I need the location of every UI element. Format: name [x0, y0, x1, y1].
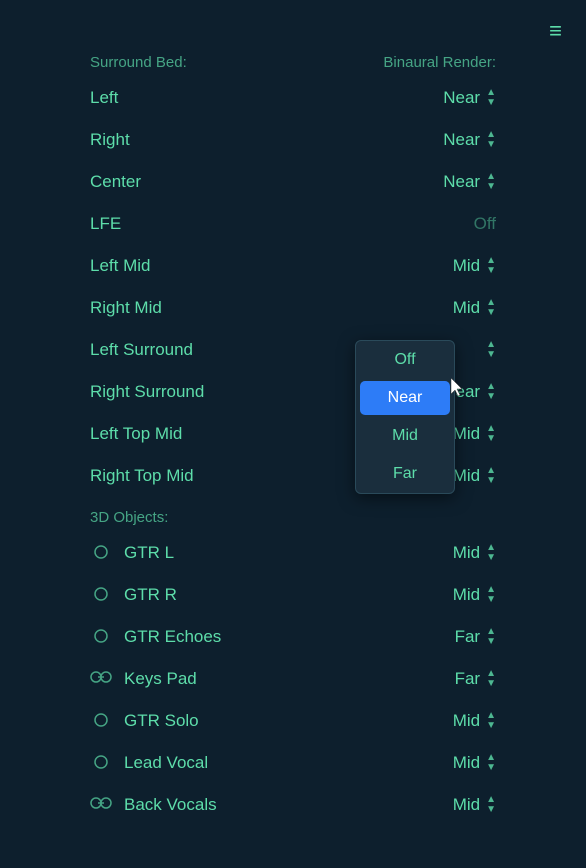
surround-row-left-top-mid: Left Top Mid Mid▲▼	[0, 413, 586, 455]
object-value-gtr-r[interactable]: Mid▲▼	[453, 585, 496, 605]
surround-bed-label: Surround Bed:	[90, 54, 187, 71]
surround-label-right-mid: Right Mid	[90, 298, 162, 318]
object-row-gtr-l: GTR L Mid▲▼	[0, 532, 586, 574]
object-label-gtr-r: GTR R	[124, 585, 177, 605]
surround-value-right-top-mid[interactable]: Mid▲▼	[453, 466, 496, 486]
binaural-render-label: Binaural Render:	[383, 54, 496, 71]
surround-label-right-top-mid: Right Top Mid	[90, 466, 194, 486]
surround-label-right-surround: Right Surround	[90, 382, 204, 402]
object-row-keys-pad: Keys Pad Far▲▼	[0, 658, 586, 700]
object-row-gtr-echoes: GTR Echoes Far▲▼	[0, 616, 586, 658]
link-icon	[90, 795, 112, 816]
surround-row-left: Left Near▲▼	[0, 77, 586, 119]
surround-row-left-surround: Left Surround ▲▼	[0, 329, 586, 371]
surround-label-left: Left	[90, 88, 118, 108]
surround-rows: LeftNear▲▼RightNear▲▼CenterNear▲▼LFEOffL…	[0, 77, 586, 497]
surround-row-right-mid: Right Mid Mid▲▼	[0, 287, 586, 329]
menu-icon[interactable]: ≡	[549, 18, 562, 44]
object-value-gtr-l[interactable]: Mid▲▼	[453, 543, 496, 563]
surround-label-left-mid: Left Mid	[90, 256, 150, 276]
surround-value-left-top-mid[interactable]: Mid▲▼	[453, 424, 496, 444]
object-row-gtr-solo: GTR Solo Mid▲▼	[0, 700, 586, 742]
surround-value-lfe[interactable]: Off	[474, 214, 496, 234]
dropdown-item-near[interactable]: Near	[360, 381, 450, 415]
surround-label-right: Right	[90, 130, 130, 150]
surround-row-center: Center Near▲▼	[0, 161, 586, 203]
surround-row-right-top-mid: Right Top Mid Mid▲▼	[0, 455, 586, 497]
circle-icon	[90, 544, 112, 563]
dropdown-item-far[interactable]: Far	[356, 455, 454, 493]
circle-icon	[90, 754, 112, 773]
link-icon	[90, 669, 112, 690]
object-label-gtr-solo: GTR Solo	[124, 711, 199, 731]
surround-row-right-surround: Right SurroundNear▲▼	[0, 371, 586, 413]
surround-value-left-mid[interactable]: Mid▲▼	[453, 256, 496, 276]
surround-value-right-mid[interactable]: Mid▲▼	[453, 298, 496, 318]
surround-label-left-surround: Left Surround	[90, 340, 193, 360]
object-value-back-vocals[interactable]: Mid▲▼	[453, 795, 496, 815]
surround-value-center[interactable]: Near▲▼	[443, 172, 496, 192]
object-row-gtr-r: GTR R Mid▲▼	[0, 574, 586, 616]
object-value-keys-pad[interactable]: Far▲▼	[455, 669, 496, 689]
dropdown-item-off[interactable]: Off	[356, 341, 454, 379]
objects-rows: GTR LMid▲▼GTR RMid▲▼GTR EchoesFar▲▼Keys …	[0, 532, 586, 826]
surround-value-left[interactable]: Near▲▼	[443, 88, 496, 108]
surround-value-right[interactable]: Near▲▼	[443, 130, 496, 150]
dropdown-item-mid[interactable]: Mid	[356, 417, 454, 455]
circle-icon	[90, 628, 112, 647]
object-label-gtr-echoes: GTR Echoes	[124, 627, 221, 647]
object-value-gtr-solo[interactable]: Mid▲▼	[453, 711, 496, 731]
surround-row-left-mid: Left Mid Mid▲▼	[0, 245, 586, 287]
dropdown-menu[interactable]: OffNearMidFar	[355, 340, 455, 494]
object-label-back-vocals: Back Vocals	[124, 795, 217, 815]
surround-row-right: Right Near▲▼	[0, 119, 586, 161]
object-label-keys-pad: Keys Pad	[124, 669, 197, 689]
header: ≡	[0, 0, 586, 54]
surround-label-left-top-mid: Left Top Mid	[90, 424, 182, 444]
objects-section-label: 3D Objects:	[0, 505, 586, 530]
surround-row-lfe: LFE Off	[0, 203, 586, 245]
object-label-lead-vocal: Lead Vocal	[124, 753, 208, 773]
object-row-lead-vocal: Lead Vocal Mid▲▼	[0, 742, 586, 784]
object-value-lead-vocal[interactable]: Mid▲▼	[453, 753, 496, 773]
surround-label-lfe: LFE	[90, 214, 121, 234]
object-row-back-vocals: Back Vocals Mid▲▼	[0, 784, 586, 826]
object-label-gtr-l: GTR L	[124, 543, 174, 563]
surround-value-left-surround[interactable]: ▲▼	[480, 340, 496, 360]
object-value-gtr-echoes[interactable]: Far▲▼	[455, 627, 496, 647]
circle-icon	[90, 586, 112, 605]
circle-icon	[90, 712, 112, 731]
surround-label-center: Center	[90, 172, 141, 192]
